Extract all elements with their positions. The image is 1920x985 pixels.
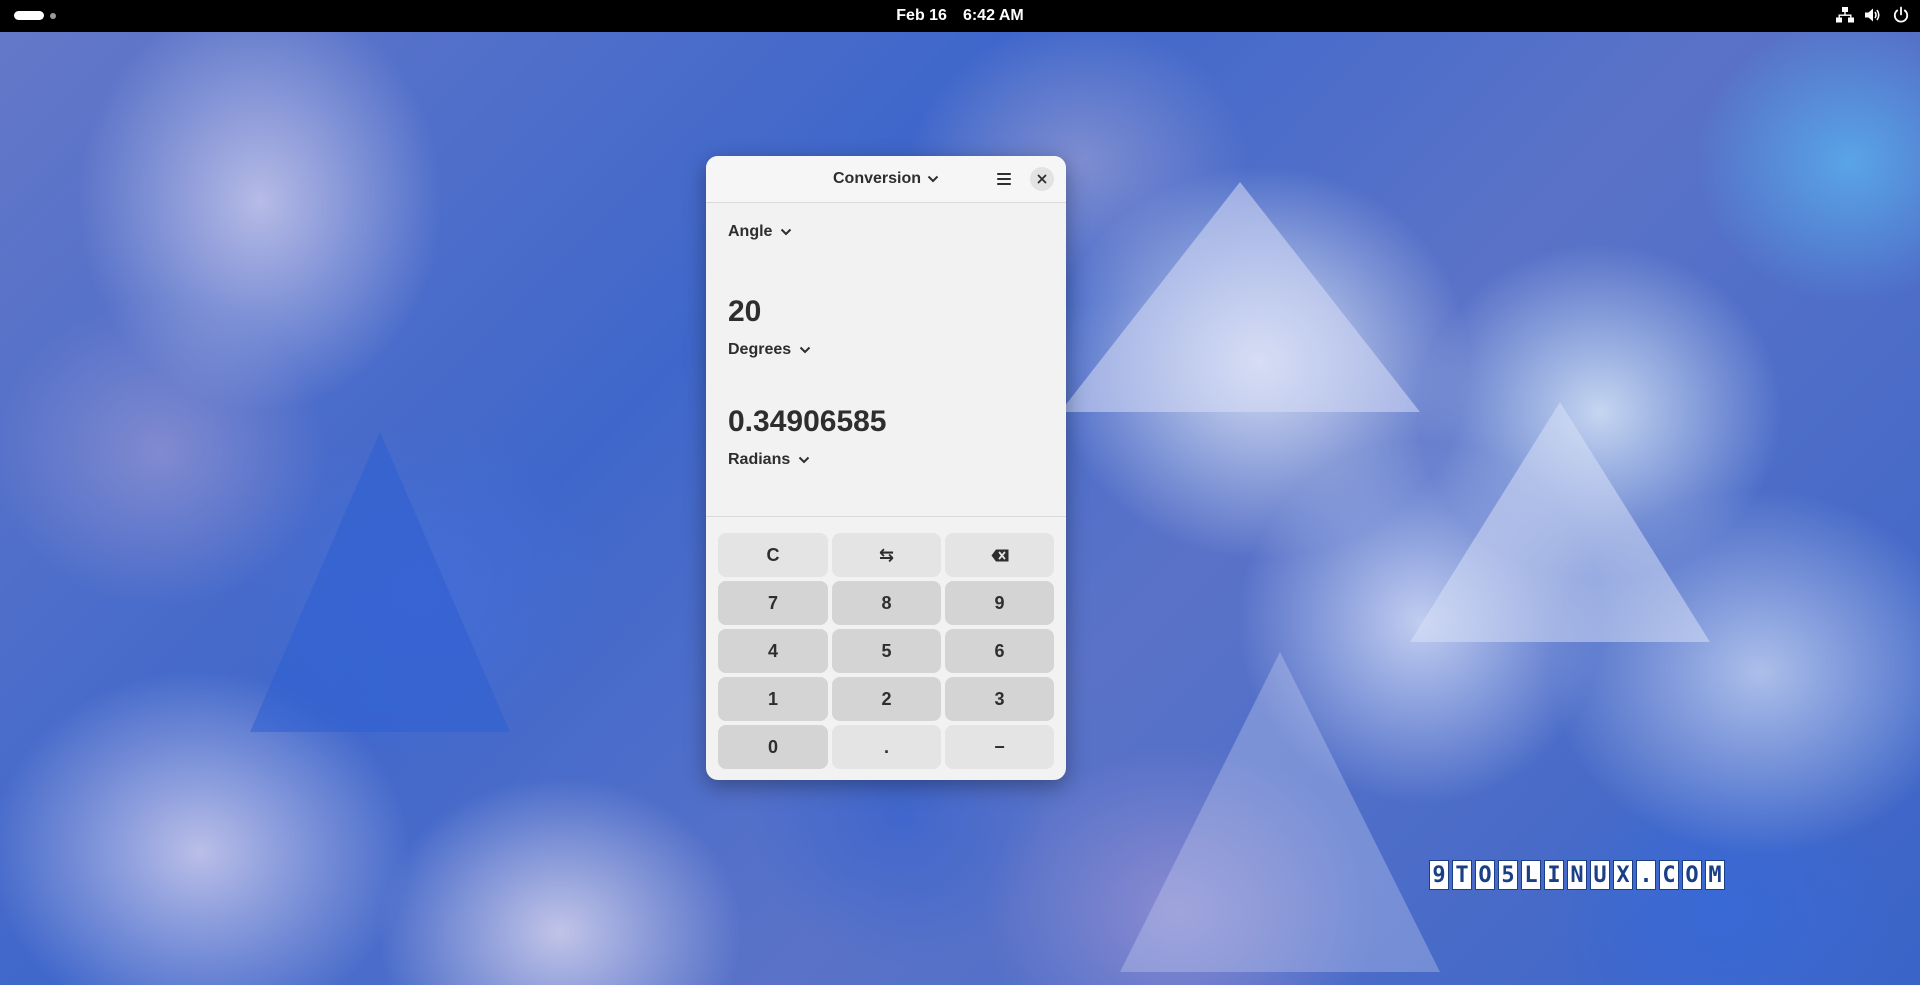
watermark-char: X <box>1613 860 1633 890</box>
keypad: C ⇆ 7 8 9 4 5 6 1 2 3 0 . − <box>718 533 1054 769</box>
digit-8-button[interactable]: 8 <box>832 581 941 625</box>
mode-label: Conversion <box>832 170 921 187</box>
backspace-icon <box>991 549 1008 561</box>
main-menu-button[interactable] <box>994 169 1014 189</box>
close-icon <box>1037 174 1047 184</box>
workspace-indicator-active <box>14 11 44 20</box>
hamburger-icon <box>997 173 1011 185</box>
wallpaper-facet <box>1060 182 1420 412</box>
digit-1-button[interactable]: 1 <box>718 677 828 721</box>
category-label: Angle <box>728 223 773 240</box>
watermark-logo: 9 T O 5 L I N U X . C O M <box>1429 860 1725 890</box>
category-dropdown[interactable]: Angle <box>728 223 792 241</box>
decimal-point-button[interactable]: . <box>832 725 941 769</box>
digit-2-button[interactable]: 2 <box>832 677 941 721</box>
watermark-char: I <box>1544 860 1564 890</box>
digit-4-button[interactable]: 4 <box>718 629 828 673</box>
chevron-down-icon <box>798 451 810 469</box>
target-unit-label: Radians <box>728 451 791 468</box>
network-icon[interactable] <box>1836 6 1854 24</box>
target-unit-dropdown[interactable]: Radians <box>728 451 810 469</box>
power-icon[interactable] <box>1892 6 1910 24</box>
watermark-char: T <box>1452 860 1472 890</box>
digit-6-button[interactable]: 6 <box>945 629 1054 673</box>
workspace-indicator <box>50 12 56 19</box>
watermark-char: N <box>1567 860 1587 890</box>
watermark-char: M <box>1705 860 1725 890</box>
divider <box>706 516 1066 517</box>
system-tray[interactable] <box>1836 6 1910 24</box>
close-button[interactable] <box>1030 167 1054 191</box>
wallpaper-facet <box>1410 402 1710 642</box>
watermark-char: U <box>1590 860 1610 890</box>
result-value[interactable]: 0.34906585 <box>728 405 887 439</box>
watermark-char: 9 <box>1429 860 1449 890</box>
chevron-down-icon <box>927 170 939 188</box>
chevron-down-icon <box>780 223 792 241</box>
digit-5-button[interactable]: 5 <box>832 629 941 673</box>
wallpaper-facet <box>250 432 510 732</box>
mode-menu-button[interactable]: Conversion <box>833 170 939 188</box>
digit-0-button[interactable]: 0 <box>718 725 828 769</box>
top-bar: Feb 16 6:42 AM <box>0 0 1920 32</box>
watermark-char: 5 <box>1498 860 1518 890</box>
clear-button[interactable]: C <box>718 533 828 577</box>
watermark-char: O <box>1682 860 1702 890</box>
negate-button[interactable]: − <box>945 725 1054 769</box>
watermark-char: C <box>1659 860 1679 890</box>
clock-date[interactable]: Feb 16 <box>896 7 947 25</box>
wallpaper-facet <box>1120 652 1440 972</box>
conversion-panel: Angle 20 Degrees 0.34906585 Radians <box>706 203 1066 517</box>
digit-9-button[interactable]: 9 <box>945 581 1054 625</box>
backspace-button[interactable] <box>945 533 1054 577</box>
source-value[interactable]: 20 <box>728 295 761 329</box>
digit-7-button[interactable]: 7 <box>718 581 828 625</box>
watermark-char: O <box>1475 860 1495 890</box>
swap-units-button[interactable]: ⇆ <box>832 533 941 577</box>
clock-time[interactable]: 6:42 AM <box>963 7 1024 25</box>
watermark-char: . <box>1636 860 1656 890</box>
activities-button[interactable] <box>14 11 56 20</box>
chevron-down-icon <box>799 341 811 359</box>
source-unit-dropdown[interactable]: Degrees <box>728 341 811 359</box>
source-unit-label: Degrees <box>728 341 792 358</box>
clock[interactable]: Feb 16 6:42 AM <box>0 0 1920 32</box>
digit-3-button[interactable]: 3 <box>945 677 1054 721</box>
watermark-char: L <box>1521 860 1541 890</box>
volume-icon[interactable] <box>1864 6 1882 24</box>
header-bar: Conversion <box>706 156 1066 203</box>
